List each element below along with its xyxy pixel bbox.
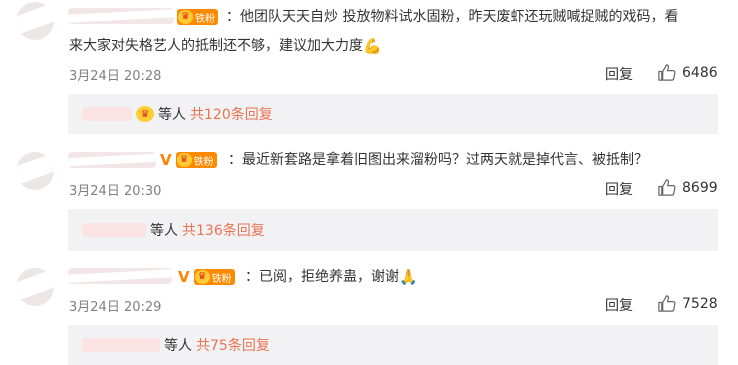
timestamp: 3月24日 20:28 [69,69,162,84]
view-replies-link[interactable]: 共120条回复 [190,104,273,124]
reply-button[interactable]: 回复 [605,64,633,84]
comment-text-line2: 来大家对失格艺人的抵制还不够，建议加大力度💪 [69,33,569,59]
thumbs-up-icon [658,179,676,196]
fan-badge[interactable]: ♛ 铁粉 [193,269,235,285]
like-button[interactable]: 8699 [657,178,718,197]
like-button[interactable]: 6486 [657,63,718,82]
crown-icon: ♛ [176,153,192,167]
username-redacted[interactable] [68,8,174,24]
vip-v-icon[interactable]: V [160,151,172,169]
vip-v-icon[interactable]: V [178,268,190,286]
user-badges: V ♛ 铁粉 [160,151,217,169]
crown-icon: ♛ [136,106,154,122]
username-redacted[interactable] [68,152,156,168]
thumbs-up-icon [658,295,676,312]
flexed-biceps-icon: 💪 [363,37,382,55]
like-button[interactable]: 7528 [657,294,718,313]
reply-username-redacted[interactable] [82,107,132,121]
timestamp: 3月24日 20:30 [69,184,162,199]
timestamp: 3月24日 20:29 [69,300,162,315]
reply-preview: 等人 共136条回复 [68,209,718,251]
user-badges: V ♛ 铁粉 [178,268,235,286]
reply-preview: ♛ 等人 共120条回复 [68,94,718,134]
folded-hands-icon: 🙏 [399,268,418,286]
reply-username-redacted[interactable] [82,223,146,237]
fan-badge[interactable]: ♛ 铁粉 [175,152,217,168]
reply-button[interactable]: 回复 [605,179,633,199]
reply-username-redacted[interactable] [82,338,160,352]
crown-icon: ♛ [178,10,193,24]
avatar[interactable] [16,152,54,190]
like-count: 6486 [682,64,718,81]
fan-badge[interactable]: ♛ 铁粉 [177,8,218,26]
like-count: 8699 [682,179,718,196]
reply-button[interactable]: 回复 [605,295,633,315]
view-replies-link[interactable]: 共136条回复 [182,220,265,240]
comment-text: ：已阅，拒绝养蛊，谢谢🙏 [245,264,738,290]
crown-icon: ♛ [194,270,210,284]
username-redacted[interactable] [68,268,172,284]
reply-preview: 等人 共75条回复 [68,325,718,365]
avatar[interactable] [16,2,54,40]
view-replies-link[interactable]: 共75条回复 [196,335,270,355]
thumbs-up-icon [658,64,676,81]
comment-text: ：他团队天天自炒 投放物料试水固粉，昨天废虾还玩贼喊捉贼的戏码，看 [226,9,679,25]
like-count: 7528 [682,295,718,312]
comment-text: ：最近新套路是拿着旧图出来溜粉吗？过两天就是掉代言、被抵制？ [228,152,648,168]
avatar[interactable] [16,268,54,306]
